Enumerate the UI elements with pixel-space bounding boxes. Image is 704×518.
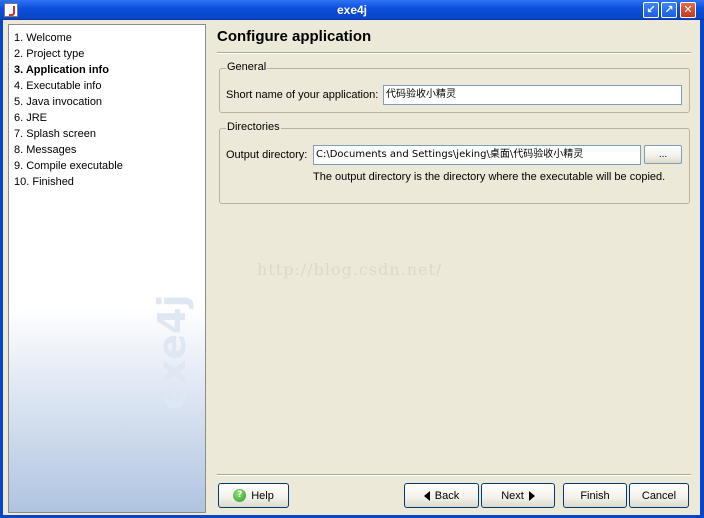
short-name-label: Short name of your application: <box>226 89 379 101</box>
finish-button-label: Finish <box>580 489 610 502</box>
output-directory-label: Output directory: <box>226 149 308 161</box>
output-directory-input[interactable]: C:\Documents and Settings\jeking\桌面\代码验收… <box>313 145 641 165</box>
help-icon: ? <box>233 489 247 502</box>
exe4j-brand-logo: exe4j <box>150 294 194 410</box>
steps-panel: 1. Welcome 2. Project type 3. Applicatio… <box>8 24 206 513</box>
step-item-application-info[interactable]: 3. Application info <box>14 62 205 78</box>
directories-group: Directories Output directory: C:\Documen… <box>219 121 690 204</box>
help-button-label: Help <box>251 489 274 502</box>
title-bar[interactable]: exe4j ↙ ↗ ✕ <box>0 0 704 20</box>
steps-list: 1. Welcome 2. Project type 3. Applicatio… <box>9 25 205 190</box>
window-frame-right <box>700 20 704 518</box>
step-item-java-invocation[interactable]: 5. Java invocation <box>14 94 205 110</box>
general-group: General Short name of your application: … <box>219 61 690 113</box>
help-button[interactable]: ? Help <box>218 483 289 508</box>
short-name-input[interactable]: 代码验收小精灵 <box>383 85 682 105</box>
restore-icon[interactable]: ↗ <box>661 2 677 18</box>
output-directory-hint: The output directory is the directory wh… <box>313 171 666 183</box>
step-item-compile-executable[interactable]: 9. Compile executable <box>14 158 205 174</box>
step-item-messages[interactable]: 8. Messages <box>14 142 205 158</box>
close-icon[interactable]: ✕ <box>680 2 696 18</box>
arrow-left-icon <box>423 490 430 501</box>
general-group-legend: General <box>226 61 268 73</box>
buttons-divider <box>217 474 691 476</box>
cancel-button[interactable]: Cancel <box>629 483 689 508</box>
window-title: exe4j <box>336 3 368 17</box>
step-item-welcome[interactable]: 1. Welcome <box>14 30 205 46</box>
minimize-icon[interactable]: ↙ <box>643 2 659 18</box>
watermark-text: http://blog.csdn.net/ <box>257 260 443 279</box>
next-button-label: Next <box>501 489 524 502</box>
title-divider <box>217 52 691 54</box>
directories-group-legend: Directories <box>226 121 281 133</box>
step-item-splash-screen[interactable]: 7. Splash screen <box>14 126 205 142</box>
finish-button[interactable]: Finish <box>563 483 627 508</box>
browse-button-label: ... <box>658 149 668 160</box>
cancel-button-label: Cancel <box>641 489 677 502</box>
back-button-label: Back <box>434 489 460 502</box>
step-item-executable-info[interactable]: 4. Executable info <box>14 78 205 94</box>
step-item-jre[interactable]: 6. JRE <box>14 110 205 126</box>
arrow-right-icon <box>528 490 535 501</box>
back-button[interactable]: Back <box>404 483 479 508</box>
step-item-project-type[interactable]: 2. Project type <box>14 46 205 62</box>
next-button[interactable]: Next <box>481 483 555 508</box>
window-frame-left <box>0 20 3 518</box>
step-item-finished[interactable]: 10. Finished <box>14 174 205 190</box>
page-title: Configure application <box>217 28 372 45</box>
browse-directory-button[interactable]: ... <box>644 145 682 164</box>
